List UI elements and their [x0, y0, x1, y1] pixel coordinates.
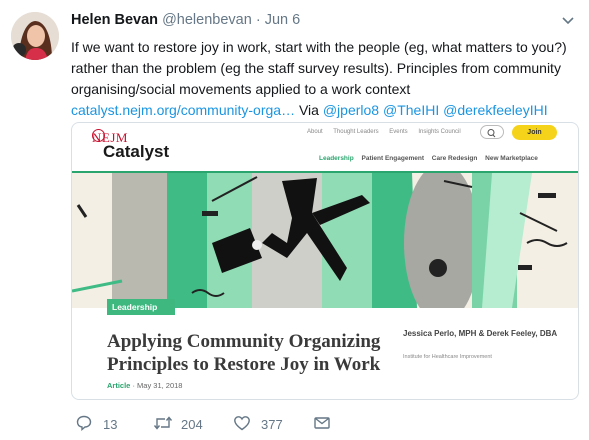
like-count: 377 [261, 417, 283, 432]
topnav-thought-leaders[interactable]: Thought Leaders [333, 129, 378, 135]
retweet-count: 204 [181, 417, 203, 432]
tweet-header: Helen Bevan @helenbevan · Jun 6 [71, 12, 300, 32]
topnav-about[interactable]: About [307, 129, 323, 135]
article-authors: Jessica Perlo, MPH & Derek Feeley, DBA [403, 329, 558, 338]
like-icon [234, 416, 250, 431]
mention-derekfeeleyihi[interactable]: @derekfeeleyIHI [443, 102, 547, 118]
retweet-icon [153, 416, 173, 430]
mention-theihi[interactable]: @TheIHI [383, 102, 439, 118]
reply-icon [76, 415, 92, 431]
hero-illustration [72, 163, 578, 323]
reply-count: 13 [103, 417, 118, 432]
link-preview-card[interactable]: NEJM Catalyst About Thought Leaders Even… [71, 122, 579, 400]
article-kind: Article [107, 381, 131, 390]
author-institute: Institute for Healthcare Improvement [403, 354, 492, 360]
nav-care-redesign[interactable]: Care Redesign [432, 155, 478, 162]
article-date: · May 31, 2018 [132, 381, 183, 390]
category-tag[interactable]: Leadership [107, 299, 175, 315]
article-title[interactable]: Applying Community Organizing Principles… [107, 330, 397, 376]
author-name[interactable]: Helen Bevan [71, 12, 158, 28]
join-button[interactable]: Join [512, 125, 557, 140]
mention-jperlo8[interactable]: @jperlo8 [323, 102, 379, 118]
tweet-body: If we want to restore joy in work, start… [71, 39, 567, 97]
search-icon[interactable] [480, 125, 504, 139]
avatar[interactable] [11, 12, 59, 60]
tweet-link[interactable]: catalyst.nejm.org/community-orga… [71, 102, 295, 118]
tweet-text: If we want to restore joy in work, start… [71, 37, 576, 121]
article-meta: Article · May 31, 2018 [107, 381, 182, 390]
tweet-date[interactable]: Jun 6 [265, 12, 300, 28]
direct-message-icon [314, 417, 330, 429]
via-label: Via [298, 102, 319, 118]
nav-new-marketplace[interactable]: New Marketplace [485, 155, 538, 162]
topnav-events[interactable]: Events [389, 129, 407, 135]
catalyst-logo: Catalyst [103, 142, 170, 161]
nav-leadership[interactable]: Leadership [319, 155, 354, 162]
topnav-insights-council[interactable]: Insights Council [418, 129, 460, 135]
chevron-down-icon[interactable] [560, 14, 576, 28]
author-handle[interactable]: @helenbevan [162, 12, 252, 28]
nav-patient-engagement[interactable]: Patient Engagement [362, 155, 424, 162]
separator: · [255, 12, 261, 28]
top-nav: About Thought Leaders Events Insights Co… [307, 129, 470, 135]
main-nav: Leadership Patient Engagement Care Redes… [319, 155, 544, 162]
